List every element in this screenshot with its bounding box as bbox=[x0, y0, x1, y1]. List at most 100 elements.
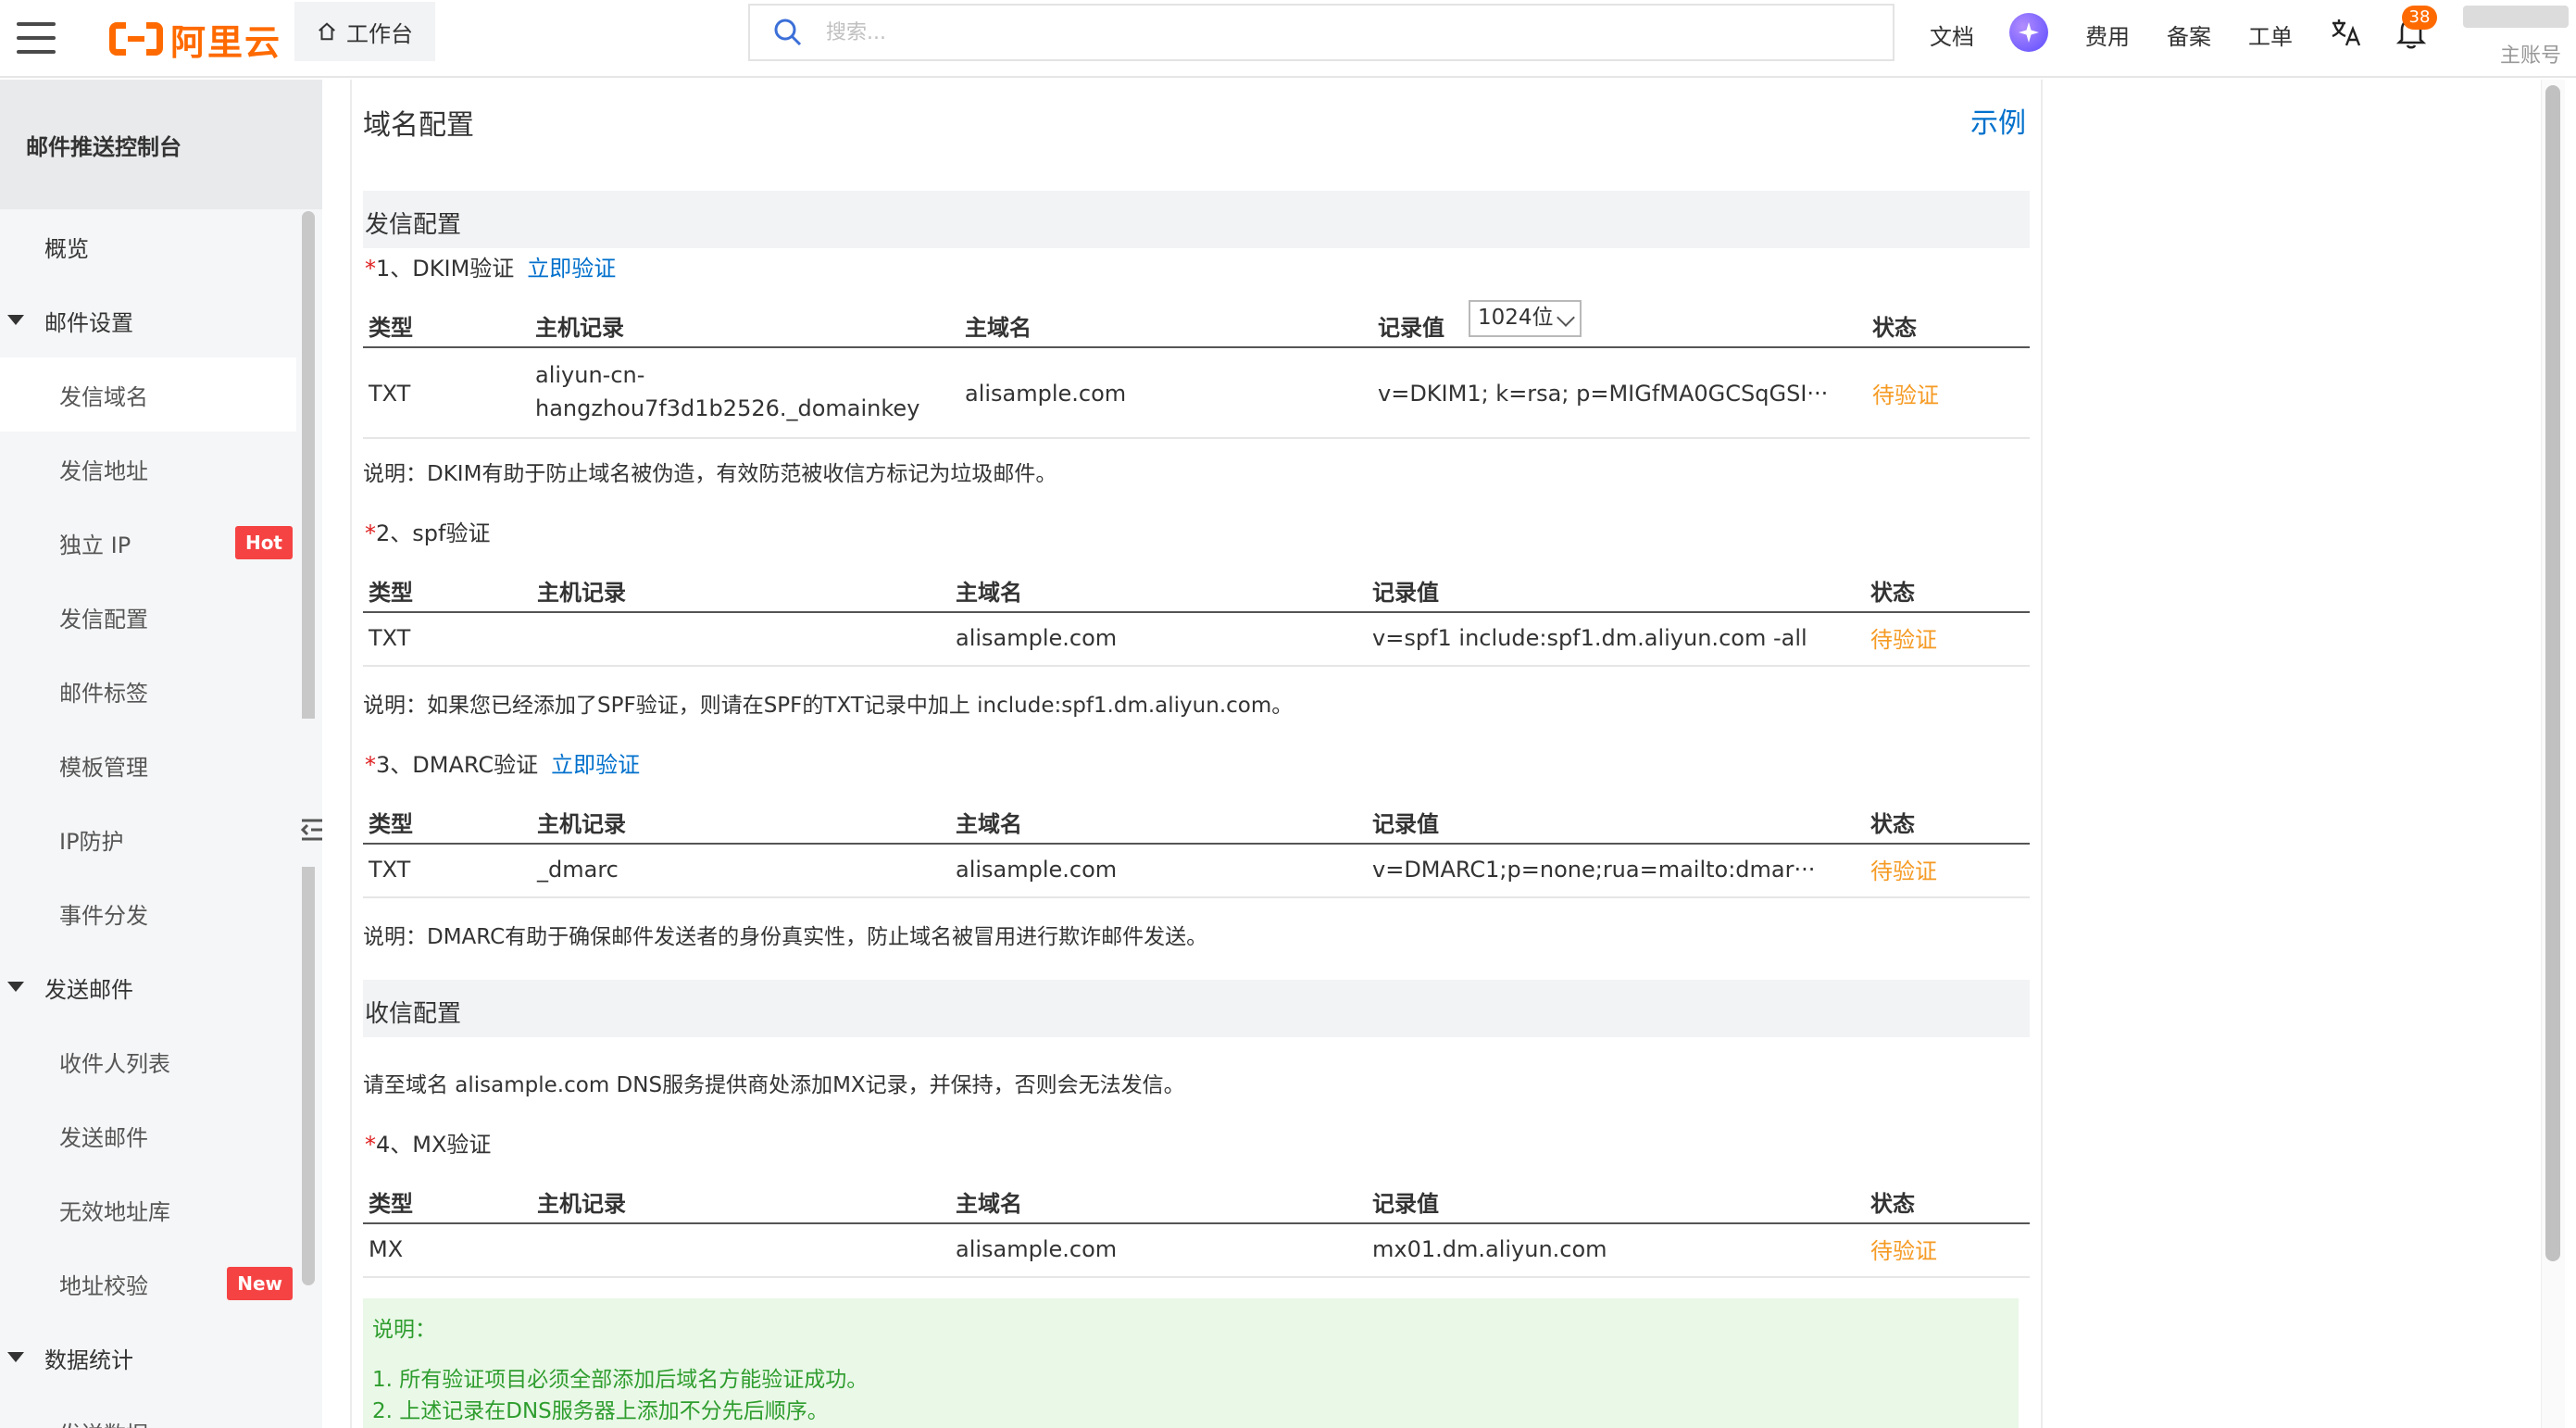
sidebar-item-send-data[interactable]: 发送数据 bbox=[0, 1395, 296, 1428]
sidebar-item-label: 概览 bbox=[44, 235, 89, 262]
logo-text: 阿里云 bbox=[170, 21, 282, 63]
record-value: v=spf1 include:spf1.dm.aliyun.com -all bbox=[1372, 625, 1807, 651]
docs-link[interactable]: 文档 bbox=[1930, 19, 1974, 51]
record-value: v=DMARC1;p=none;rua=mailto:dmar··· bbox=[1372, 857, 1816, 883]
column-header-value: 记录值 bbox=[1372, 580, 1439, 606]
sidebar-item-label: 地址校验 bbox=[59, 1272, 148, 1299]
column-header-status: 状态 bbox=[1870, 1191, 1915, 1217]
tips-title: 说明： bbox=[372, 1318, 436, 1342]
aliyun-logo-icon bbox=[109, 22, 163, 56]
column-header-type: 类型 bbox=[369, 811, 413, 837]
sidebar-item-label: 数据统计 bbox=[44, 1347, 133, 1373]
column-header-host: 主机记录 bbox=[537, 1191, 626, 1217]
home-icon bbox=[319, 22, 335, 41]
sidebar-item-label: 发信域名 bbox=[59, 383, 148, 410]
sidebar-item-label: 模板管理 bbox=[59, 754, 148, 781]
column-header-type: 类型 bbox=[369, 315, 413, 341]
sidebar-item-send-mail[interactable]: 发送邮件 bbox=[0, 1098, 296, 1172]
sidebar-item-overview[interactable]: 概览 bbox=[0, 209, 296, 283]
column-header-host: 主机记录 bbox=[537, 811, 626, 837]
dkim-step-label: *1、DKIM验证 立即验证 bbox=[365, 256, 617, 282]
sidebar-group-statistics[interactable]: 数据统计 bbox=[0, 1321, 296, 1395]
record-status[interactable]: 待验证 bbox=[1870, 856, 1937, 887]
menu-icon[interactable] bbox=[17, 19, 56, 57]
column-header-domain: 主域名 bbox=[956, 1191, 1022, 1217]
column-header-status: 状态 bbox=[1870, 811, 1915, 837]
domain-config-panel: 域名配置 示例 发信配置 *1、DKIM验证 立即验证 类型 主机记录 主域名 记… bbox=[350, 80, 2043, 1428]
dkim-note: 说明：DKIM有助于防止域名被伪造，有效防范被收信方标记为垃圾邮件。 bbox=[363, 462, 1057, 486]
workbench-label: 工作台 bbox=[346, 20, 413, 47]
search-icon bbox=[774, 19, 802, 46]
record-type: TXT bbox=[369, 625, 411, 651]
column-header-host: 主机记录 bbox=[537, 580, 626, 606]
record-type: MX bbox=[369, 1236, 404, 1262]
icp-filing-link[interactable]: 备案 bbox=[2167, 19, 2211, 51]
receive-note: 请至域名 alisample.com DNS服务提供商处添加MX记录，并保持，否… bbox=[363, 1073, 1185, 1097]
record-host-line2: hangzhou7f3d1b2526._domainkey bbox=[535, 395, 920, 421]
billing-link[interactable]: 费用 bbox=[2085, 19, 2130, 51]
record-host: _dmarc bbox=[537, 857, 619, 883]
mx-step-label: *4、MX验证 bbox=[365, 1132, 492, 1158]
sidebar-item-recipient-lists[interactable]: 收件人列表 bbox=[0, 1024, 296, 1098]
sidebar-item-templates[interactable]: 模板管理 bbox=[0, 728, 296, 802]
top-navigation-bar: 阿里云 工作台 文档 费用 备案 工单 38 主账号 bbox=[0, 0, 2576, 78]
sidebar-item-sender-domains[interactable]: 发信域名 bbox=[0, 357, 296, 432]
mx-record-row: MX alisample.com mx01.dm.aliyun.com 待验证 bbox=[363, 1226, 2030, 1278]
key-length-select[interactable]: 1024位 bbox=[1469, 300, 1582, 337]
sidebar-item-send-config[interactable]: 发信配置 bbox=[0, 580, 296, 654]
required-mark: * bbox=[365, 256, 376, 282]
sidebar-item-mail-tags[interactable]: 邮件标签 bbox=[0, 654, 296, 728]
sidebar-item-label: 发送数据 bbox=[59, 1416, 148, 1428]
record-status[interactable]: 待验证 bbox=[1870, 624, 1937, 656]
column-header-status: 状态 bbox=[1870, 580, 1915, 606]
ticket-link[interactable]: 工单 bbox=[2248, 19, 2293, 51]
record-status[interactable]: 待验证 bbox=[1872, 380, 1939, 411]
record-value: v=DKIM1; k=rsa; p=MIGfMA0GCSqGSI··· bbox=[1378, 381, 1829, 407]
dmarc-verify-now-link[interactable]: 立即验证 bbox=[551, 752, 640, 778]
column-header-value: 记录值 bbox=[1378, 315, 1444, 341]
caret-down-icon bbox=[7, 1352, 24, 1362]
dmarc-table-header: 类型 主机记录 主域名 记录值 状态 bbox=[363, 795, 2030, 845]
section-title: 发信配置 bbox=[365, 211, 462, 239]
sidebar-item-invalid-addresses[interactable]: 无效地址库 bbox=[0, 1172, 296, 1246]
page-scrollbar-thumb[interactable] bbox=[2545, 85, 2560, 1261]
record-status[interactable]: 待验证 bbox=[1870, 1235, 1937, 1267]
caret-down-icon bbox=[7, 315, 24, 325]
account-type-label[interactable]: 主账号 bbox=[2500, 39, 2561, 69]
record-domain: alisample.com bbox=[956, 1236, 1118, 1262]
caret-down-icon bbox=[7, 982, 24, 992]
sidebar-item-ip-protection[interactable]: IP防护 bbox=[0, 802, 296, 876]
sidebar-group-mail-settings[interactable]: 邮件设置 bbox=[0, 283, 296, 357]
column-header-status: 状态 bbox=[1872, 315, 1917, 341]
dkim-verify-now-link[interactable]: 立即验证 bbox=[527, 256, 616, 282]
aliyun-logo[interactable]: 阿里云 bbox=[109, 13, 281, 65]
record-domain: alisample.com bbox=[956, 625, 1118, 651]
sidebar-item-label: 收件人列表 bbox=[59, 1050, 170, 1077]
sidebar-item-label: 发信配置 bbox=[59, 606, 148, 633]
account-avatar[interactable] bbox=[2463, 6, 2569, 28]
sidebar-collapse-icon[interactable] bbox=[300, 817, 322, 843]
sidebar-item-label: IP防护 bbox=[59, 828, 124, 855]
translate-icon[interactable] bbox=[2330, 17, 2361, 48]
spf-table-header: 类型 主机记录 主域名 记录值 状态 bbox=[363, 563, 2030, 613]
record-value: mx01.dm.aliyun.com bbox=[1372, 1236, 1607, 1262]
column-header-domain: 主域名 bbox=[956, 811, 1022, 837]
workbench-button[interactable]: 工作台 bbox=[294, 2, 435, 61]
sidebar-group-send-mail[interactable]: 发送邮件 bbox=[0, 950, 296, 1024]
page-title: 域名配置 bbox=[363, 109, 474, 142]
sidebar-item-address-validation[interactable]: 地址校验 New bbox=[0, 1246, 296, 1321]
ai-assistant-icon[interactable] bbox=[2009, 13, 2048, 52]
required-mark: * bbox=[365, 520, 376, 546]
sidebar-item-sender-addresses[interactable]: 发信地址 bbox=[0, 432, 296, 506]
column-header-domain: 主域名 bbox=[965, 315, 1032, 341]
search-input[interactable] bbox=[826, 20, 1752, 44]
receive-config-section-header: 收信配置 bbox=[363, 980, 2030, 1037]
record-domain: alisample.com bbox=[956, 857, 1118, 883]
sidebar-item-event-dispatch[interactable]: 事件分发 bbox=[0, 876, 296, 950]
search-box[interactable] bbox=[748, 4, 1894, 61]
record-host-line1: aliyun-cn- bbox=[535, 362, 645, 388]
example-link[interactable]: 示例 bbox=[1970, 100, 2026, 141]
sidebar-item-dedicated-ip[interactable]: 独立 IP Hot bbox=[0, 506, 296, 580]
column-header-domain: 主域名 bbox=[956, 580, 1022, 606]
sidebar-item-label: 无效地址库 bbox=[59, 1198, 170, 1225]
